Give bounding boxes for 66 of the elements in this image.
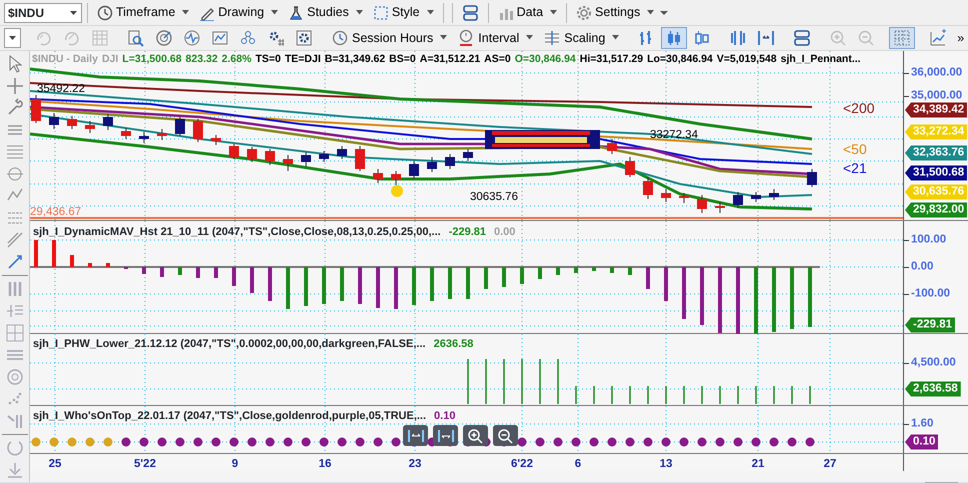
chart-annotation: <50 xyxy=(843,142,867,156)
header-field: BS=0 xyxy=(389,52,416,68)
indicator-title: sjh_I_PHW_Lower_21.12.12 (2047,"TS",0.0002,00,00,00,darkgreen,FALSE,... xyxy=(33,337,426,352)
indicator-value: 0.10 xyxy=(434,409,456,424)
date-label: 21 xyxy=(752,457,764,472)
price-tag: 34,389.42 xyxy=(905,102,968,118)
indicator-value: 0.00 xyxy=(494,225,516,240)
header-field: $INDU - Daily xyxy=(32,52,98,68)
chart-annotation: 35492.22 xyxy=(37,84,85,96)
header-field: TE=DJI xyxy=(284,52,321,68)
overflow-button[interactable]: » xyxy=(953,27,968,49)
price-tag: 31,500.68 xyxy=(905,166,968,180)
chart-annotation: 30635.76 xyxy=(470,192,518,204)
price-tag: 33,272.34 xyxy=(905,124,968,140)
axis-tick-label: 36,000.00 xyxy=(911,67,962,79)
date-label: 13 xyxy=(660,457,672,472)
header-field: sjh_I_Pennant... xyxy=(780,52,861,68)
toolbar-menu-button[interactable]: Studies xyxy=(284,2,367,24)
price-tag: 0.10 xyxy=(905,434,938,450)
toolbar-dropdown-button[interactable]: Interval xyxy=(453,27,538,49)
symbol-field[interactable]: $INDU xyxy=(4,2,82,22)
toolbar-menu-button[interactable]: Drawing xyxy=(195,2,282,24)
indicator-title: sjh_I_DynamicMAV_Hst 21_10_11 (2047,"TS",Close,Close,08,13,0.25,0.25,00,... xyxy=(33,225,441,240)
toolbar-menu-button[interactable]: Settings xyxy=(572,2,658,24)
header-field: DJI xyxy=(102,52,118,68)
header-field: 823.32 xyxy=(186,52,218,68)
chart-annotation: <21 xyxy=(843,161,867,175)
axis-tick-label: -100.00 xyxy=(911,288,950,300)
toolbar-menu-button[interactable]: Data xyxy=(494,2,562,24)
date-label: 25 xyxy=(48,457,62,472)
header-field: O=30,846.94 xyxy=(514,52,576,68)
header-field: A=31,512.21 xyxy=(420,52,480,68)
toolbar-menu-button[interactable]: Timeframe xyxy=(93,2,194,24)
header-field: 2.68% xyxy=(222,52,252,68)
price-tag: 29,832.00 xyxy=(905,202,968,218)
price-tag: 32,363.76 xyxy=(905,146,968,160)
toolbar-menu-button[interactable]: Style xyxy=(368,2,438,24)
date-label: 6 xyxy=(574,457,582,472)
date-label: 27 xyxy=(824,457,836,472)
header-field: Lo=30,846.94 xyxy=(647,52,713,68)
price-tag: 2,636.58 xyxy=(905,382,961,396)
indicator-title: sjh_I_Who'sOnTop_22.01.17 (2047,"TS",Close,goldenrod,purple,05,TRUE,... xyxy=(33,409,426,424)
price-tag: -229.81 xyxy=(905,318,956,332)
date-label: 16 xyxy=(318,457,332,472)
date-label: 5'22 xyxy=(134,457,156,472)
price-tag: 30,635.76 xyxy=(905,184,968,200)
axis-tick-label: 0.00 xyxy=(911,261,934,273)
axis-tick-label: 4,500.00 xyxy=(911,357,956,369)
date-label: 23 xyxy=(408,457,422,472)
header-field: V=5,019,548 xyxy=(716,52,777,68)
axis-tick-label: 1.60 xyxy=(911,418,934,430)
chart-annotation: <200 xyxy=(843,101,875,115)
chart-annotation: 29,436.67 xyxy=(30,207,82,218)
header-field: Hi=31,517.29 xyxy=(580,52,644,68)
axis-tick-label: 100.00 xyxy=(911,234,946,246)
date-label: 9 xyxy=(232,457,238,472)
toolbar-dropdown-button[interactable]: Session Hours xyxy=(327,27,452,49)
indicator-value: 2636.58 xyxy=(434,337,474,352)
header-field: B=31,349.62 xyxy=(324,52,386,68)
header-field: L=31,500.68 xyxy=(122,52,182,68)
indicator-value: -229.81 xyxy=(448,225,486,240)
header-field: TS=0 xyxy=(255,52,281,68)
header-field: AS=0 xyxy=(484,52,511,68)
toolbar-dropdown-button[interactable]: Scaling xyxy=(539,27,624,49)
axis-tick-label: 35,000.00 xyxy=(911,90,962,102)
date-label: 6'22 xyxy=(511,457,533,472)
